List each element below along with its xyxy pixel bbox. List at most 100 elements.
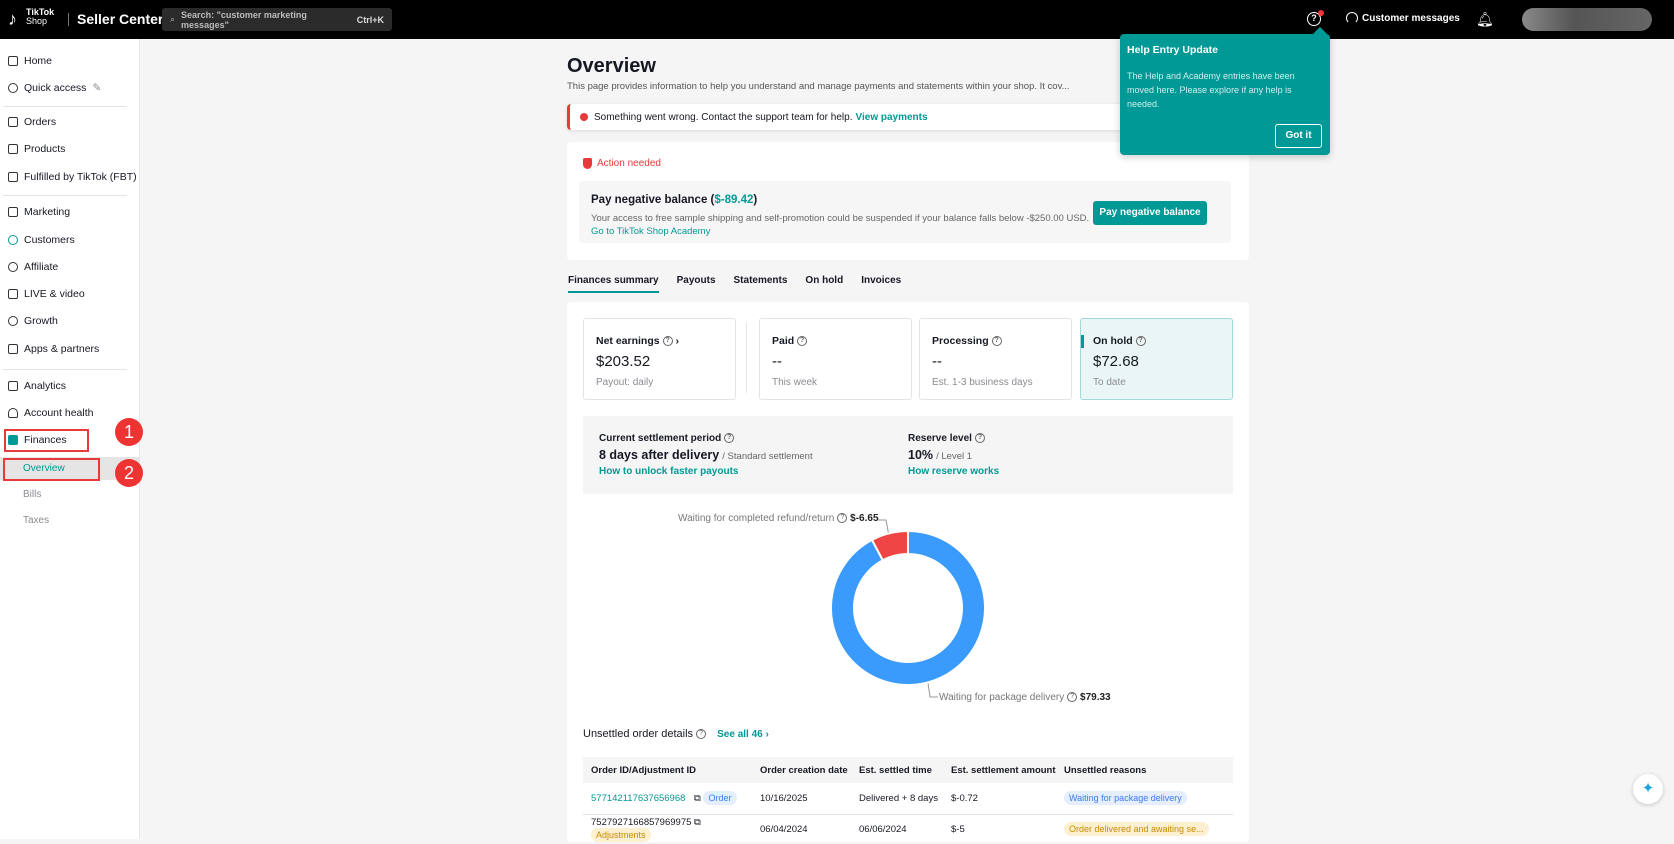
divider	[3, 195, 127, 196]
info-icon[interactable]: ?	[662, 336, 673, 347]
reason-tag: Waiting for package delivery	[1064, 791, 1187, 806]
search-shortcut: Ctrl+K	[356, 14, 384, 25]
created-date: 10/16/2025	[760, 792, 808, 804]
sidebar-subitem-taxes[interactable]: Taxes	[23, 515, 49, 526]
balance-amount: $-89.42	[714, 194, 754, 206]
settlement-title: Current settlement period?	[599, 433, 735, 444]
label: Customers	[24, 234, 75, 246]
customers-icon	[8, 235, 18, 245]
reserve-value: 10% / Level 1	[908, 448, 973, 462]
sidebar-item-account-health[interactable]: Account health	[8, 407, 93, 419]
view-payments-link[interactable]: View payments	[855, 112, 927, 123]
stat-sub[interactable]: Payout: daily	[596, 377, 723, 388]
see-all-link[interactable]: See all 46 ›	[717, 729, 769, 740]
chart-icon	[8, 381, 18, 391]
settlement-value: 8 days after delivery / Standard settlem…	[599, 448, 813, 462]
sidebar-item-affiliate[interactable]: Affiliate	[8, 261, 58, 273]
sidebar-item-fbt[interactable]: Fulfilled by TikTok (FBT)	[8, 171, 137, 183]
type-tag: Adjustments	[591, 827, 651, 842]
tab-on-hold[interactable]: On hold	[805, 275, 843, 293]
tab-payouts[interactable]: Payouts	[677, 275, 716, 293]
label: Products	[24, 143, 66, 155]
col-settled: Est. settled time	[859, 764, 932, 776]
title-end: )	[753, 194, 758, 206]
info-icon[interactable]: ?	[696, 729, 707, 740]
tab-finances-summary[interactable]: Finances summary	[568, 275, 659, 293]
faster-payouts-link[interactable]: How to unlock faster payouts	[599, 466, 738, 477]
info-icon[interactable]: ?	[1067, 692, 1078, 703]
brand-logo[interactable]: TikTok Shop	[26, 8, 54, 26]
on-hold-donut-chart	[830, 519, 986, 698]
ai-assistant-sparkle-button[interactable]: ✦	[1633, 774, 1663, 804]
sidebar-item-orders[interactable]: Orders	[8, 116, 56, 128]
label: Analytics	[24, 380, 67, 392]
error-text: Something went wrong. Contact the suppor…	[594, 111, 853, 123]
info-icon[interactable]: ?	[837, 513, 848, 524]
label: Orders	[24, 116, 57, 128]
col-created: Order creation date	[760, 764, 848, 776]
negative-balance-box: Pay negative balance ($-89.42) Your acce…	[579, 181, 1231, 243]
delivery-label: Waiting for package delivery? $79.33	[939, 692, 1111, 703]
sidebar-item-live-video[interactable]: LIVE & video	[8, 288, 85, 300]
col-reasons: Unsettled reasons	[1064, 764, 1147, 776]
label: Home	[24, 55, 53, 67]
account-avatar[interactable]	[1522, 8, 1652, 31]
info-icon[interactable]: ?	[991, 336, 1002, 347]
sidebar-subitem-bills[interactable]: Bills	[23, 489, 41, 500]
table-header: Order ID/Adjustment ID Order creation da…	[583, 757, 1233, 783]
sidebar-item-analytics[interactable]: Analytics	[8, 380, 66, 392]
sidebar-item-home[interactable]: Home	[8, 55, 52, 67]
customer-messages-label: Customer messages	[1362, 12, 1460, 24]
affiliate-icon	[8, 262, 18, 272]
sidebar-item-marketing[interactable]: Marketing	[8, 206, 70, 218]
bell-icon[interactable]: 🔔︎	[1476, 11, 1494, 28]
table-row: 7527927166857969975 ⧉ Adjustments 06/04/…	[583, 814, 1233, 844]
stat-title: Processing?	[932, 335, 1059, 347]
negative-balance-desc: Your access to free sample shipping and …	[591, 213, 1090, 224]
info-icon[interactable]: ?	[797, 336, 808, 347]
sidebar-item-quick-access[interactable]: Quick access ✎	[8, 82, 101, 94]
stat-net-earnings[interactable]: Net earnings? › $203.52 Payout: daily	[583, 318, 736, 400]
stat-processing: Processing? -- Est. 1-3 business days	[919, 318, 1072, 400]
col-id: Order ID/Adjustment ID	[591, 764, 697, 776]
tooltip-title: Help Entry Update	[1127, 44, 1219, 56]
edit-icon[interactable]: ✎	[92, 82, 101, 94]
label: Account health	[24, 407, 94, 419]
sidebar-item-products[interactable]: Products	[8, 143, 65, 155]
stat-value: $203.52	[596, 353, 651, 370]
home-icon	[8, 56, 18, 66]
negative-balance-title: Pay negative balance ($-89.42)	[591, 194, 757, 206]
tab-statements[interactable]: Statements	[734, 275, 788, 293]
divider	[3, 369, 127, 370]
top-bar: ♪ TikTok Shop Seller Center ⌕ Search: "cus…	[0, 0, 1674, 39]
copy-icon[interactable]: ⧉	[694, 817, 701, 828]
tooltip-body: The Help and Academy entries have been m…	[1127, 71, 1295, 109]
type-tag: Order	[703, 791, 737, 806]
order-id-link[interactable]: 577142117637656968	[591, 793, 685, 804]
unsettled-table: Order ID/Adjustment ID Order creation da…	[583, 757, 1233, 844]
search-input[interactable]: ⌕ Search: "customer marketing messages" Ct…	[162, 8, 392, 31]
info-icon[interactable]: ?	[1135, 336, 1146, 347]
divider	[68, 13, 69, 26]
info-icon[interactable]: ?	[974, 433, 985, 444]
info-icon[interactable]: ?	[724, 433, 735, 444]
customer-messages-button[interactable]: Customer messages	[1346, 12, 1460, 24]
sidebar-item-customers[interactable]: Customers	[8, 234, 75, 246]
copy-icon[interactable]: ⧉	[694, 793, 701, 804]
stat-sub: To date	[1093, 377, 1126, 388]
annotation-box-2	[3, 458, 100, 481]
error-icon	[580, 113, 588, 121]
tab-invoices[interactable]: Invoices	[861, 275, 901, 293]
reserve-works-link[interactable]: How reserve works	[908, 466, 999, 477]
settled-time: 06/06/2024	[859, 823, 907, 835]
academy-link[interactable]: Go to TikTok Shop Academy	[591, 226, 710, 237]
sidebar-item-growth[interactable]: Growth	[8, 315, 58, 327]
sidebar-item-apps[interactable]: Apps & partners	[8, 343, 99, 355]
col-amount: Est. settlement amount	[951, 764, 1056, 776]
pay-negative-balance-button[interactable]: Pay negative balance	[1093, 201, 1207, 225]
stat-on-hold[interactable]: On hold? $72.68 To date	[1080, 318, 1233, 400]
help-entry-tooltip: Help Entry Update The Help and Academy e…	[1120, 26, 1330, 155]
got-it-button[interactable]: Got it	[1275, 124, 1322, 148]
unsettled-title: Unsettled order details? See all 46 ›	[583, 728, 769, 740]
page-title: Overview	[567, 55, 656, 77]
